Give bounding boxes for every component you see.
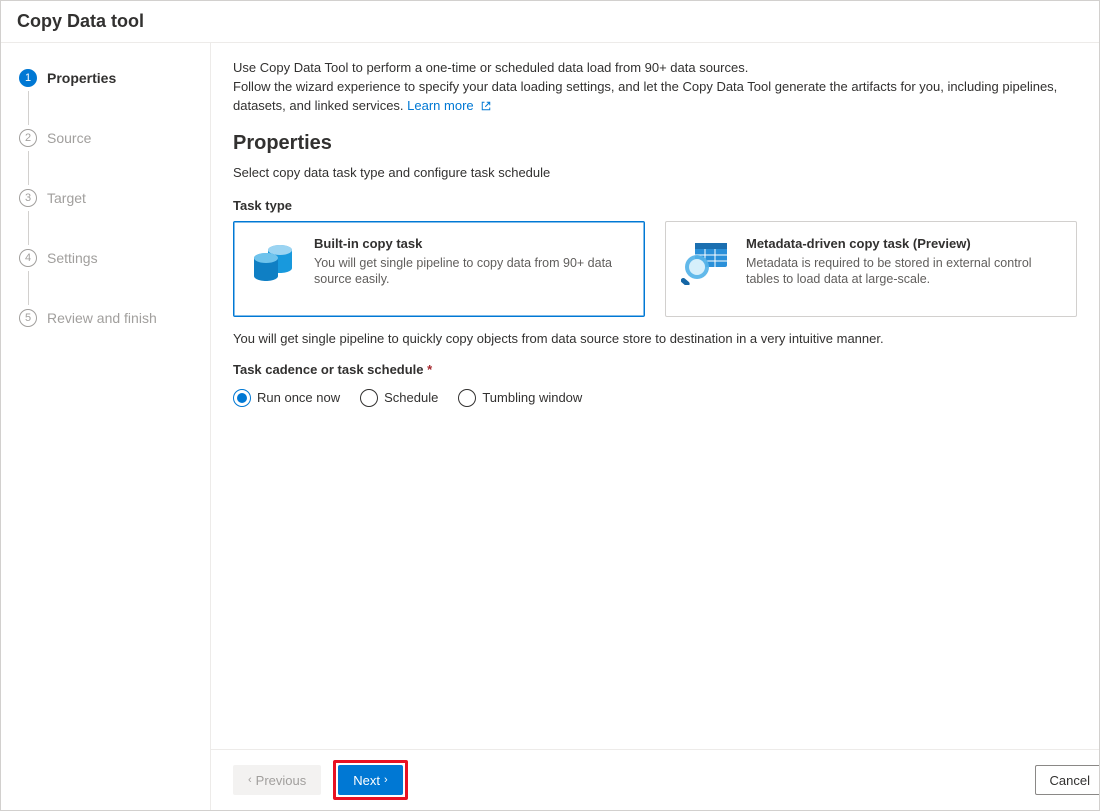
window-title: Copy Data tool [1,1,1099,43]
next-button-label: Next [353,773,380,788]
sidebar-step-settings[interactable]: 4 Settings [1,241,210,275]
section-title: Properties [233,132,1077,155]
radio-icon [458,389,476,407]
section-subtitle: Select copy data task type and configure… [233,165,1077,180]
task-type-label: Task type [233,198,1077,213]
step-label: Properties [47,70,116,86]
step-number-icon: 1 [19,69,37,87]
copy-data-tool-window: Copy Data tool 1 Properties 2 Source 3 T… [0,0,1100,811]
radio-label: Schedule [384,390,438,405]
sidebar-step-properties[interactable]: 1 Properties [1,61,210,95]
intro-line1: Use Copy Data Tool to perform a one-time… [233,60,748,75]
metadata-search-icon [680,236,732,288]
step-number-icon: 4 [19,249,37,267]
step-label: Source [47,130,91,146]
card-desc: Metadata is required to be stored in ext… [746,255,1060,289]
previous-button[interactable]: ‹ Previous [233,765,321,795]
next-button-highlight: Next › [333,760,407,800]
external-link-icon [480,99,492,118]
database-icon [248,236,300,288]
card-desc: You will get single pipeline to copy dat… [314,255,628,289]
task-type-note: You will get single pipeline to quickly … [233,331,1077,346]
step-number-icon: 2 [19,129,37,147]
chevron-right-icon: › [384,774,388,786]
task-type-cards: Built-in copy task You will get single p… [233,221,1077,317]
next-button[interactable]: Next › [338,765,402,795]
main-content: Use Copy Data Tool to perform a one-time… [211,43,1099,749]
sidebar-step-review[interactable]: 5 Review and finish [1,301,210,335]
main-area: Use Copy Data Tool to perform a one-time… [211,43,1099,810]
card-content: Metadata-driven copy task (Preview) Meta… [746,236,1060,302]
sidebar-step-source[interactable]: 2 Source [1,121,210,155]
card-content: Built-in copy task You will get single p… [314,236,628,302]
task-schedule-radio-group: Run once now Schedule Tumbling window [233,385,1077,407]
learn-more-link[interactable]: Learn more [407,98,492,113]
intro-line2: Follow the wizard experience to specify … [233,79,1057,113]
step-label: Target [47,190,86,206]
wizard-footer: ‹ Previous Next › Cancel [211,749,1099,810]
card-metadata-driven-copy-task[interactable]: Metadata-driven copy task (Preview) Meta… [665,221,1077,317]
previous-button-label: Previous [256,773,307,788]
card-title: Built-in copy task [314,236,628,251]
window-body: 1 Properties 2 Source 3 Target 4 Setting… [1,43,1099,810]
step-number-icon: 5 [19,309,37,327]
radio-icon [233,389,251,407]
radio-icon [360,389,378,407]
task-schedule-label: Task cadence or task schedule [233,362,1077,377]
cancel-button-label: Cancel [1050,773,1090,788]
chevron-left-icon: ‹ [248,774,252,786]
sidebar-step-target[interactable]: 3 Target [1,181,210,215]
radio-tumbling-window[interactable]: Tumbling window [458,389,582,407]
card-title: Metadata-driven copy task (Preview) [746,236,1060,251]
cancel-button[interactable]: Cancel [1035,765,1099,795]
radio-schedule[interactable]: Schedule [360,389,438,407]
step-label: Review and finish [47,310,157,326]
learn-more-label: Learn more [407,98,473,113]
step-number-icon: 3 [19,189,37,207]
radio-run-once-now[interactable]: Run once now [233,389,340,407]
radio-label: Tumbling window [482,390,582,405]
step-label: Settings [47,250,98,266]
wizard-sidebar: 1 Properties 2 Source 3 Target 4 Setting… [1,43,211,810]
radio-label: Run once now [257,390,340,405]
intro-text: Use Copy Data Tool to perform a one-time… [233,59,1077,118]
card-builtin-copy-task[interactable]: Built-in copy task You will get single p… [233,221,645,317]
